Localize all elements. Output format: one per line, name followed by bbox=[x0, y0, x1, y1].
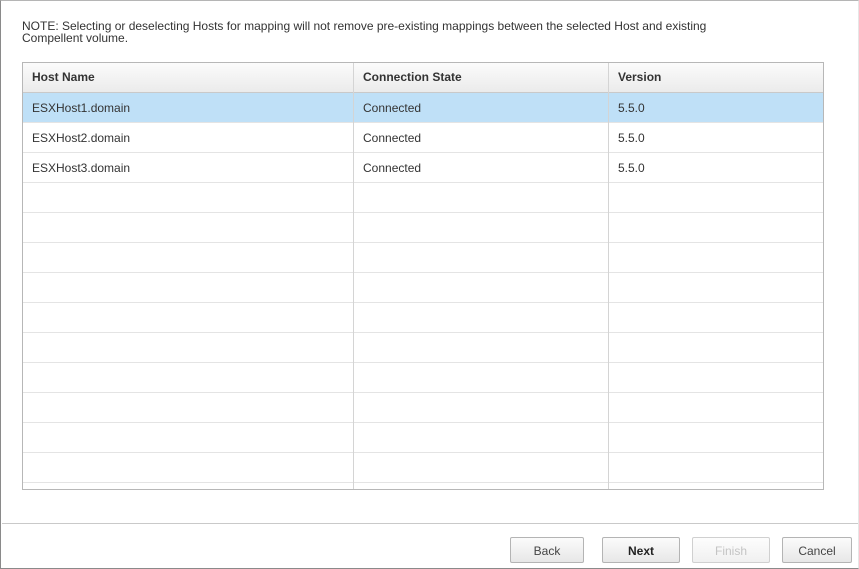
note-text: NOTE: Selecting or deselecting Hosts for… bbox=[22, 19, 707, 45]
cell-connection-state: Connected bbox=[363, 161, 422, 175]
column-header-host-name[interactable]: Host Name bbox=[23, 63, 354, 92]
cell-version: 5.5.0 bbox=[618, 101, 645, 115]
back-button[interactable]: Back bbox=[510, 537, 584, 563]
empty-table-row bbox=[23, 333, 823, 363]
empty-table-row bbox=[23, 243, 823, 273]
finish-button: Finish bbox=[692, 537, 770, 563]
empty-table-row bbox=[23, 393, 823, 423]
column-divider bbox=[608, 63, 609, 489]
column-header-connection-state[interactable]: Connection State bbox=[354, 63, 609, 92]
cell-host-name: ESXHost1.domain bbox=[32, 101, 131, 115]
cell-version: 5.5.0 bbox=[618, 131, 645, 145]
empty-table-row bbox=[23, 213, 823, 243]
table-row[interactable]: ESXHost1.domain Connected 5.5.0 bbox=[23, 93, 823, 123]
hosts-table: Host Name Connection State Version ESXHo… bbox=[22, 62, 824, 490]
column-header-version[interactable]: Version bbox=[609, 63, 823, 92]
table-row[interactable]: ESXHost2.domain Connected 5.5.0 bbox=[23, 123, 823, 153]
cell-connection-state: Connected bbox=[363, 131, 422, 145]
empty-table-row bbox=[23, 453, 823, 483]
empty-table-row bbox=[23, 303, 823, 333]
cancel-button[interactable]: Cancel bbox=[782, 537, 852, 563]
empty-table-row bbox=[23, 183, 823, 213]
cell-host-name: ESXHost2.domain bbox=[32, 131, 131, 145]
next-button[interactable]: Next bbox=[602, 537, 680, 563]
empty-table-row bbox=[23, 423, 823, 453]
cell-version: 5.5.0 bbox=[618, 161, 645, 175]
footer-divider bbox=[2, 523, 858, 524]
empty-table-row bbox=[23, 273, 823, 303]
wizard-dialog: NOTE: Selecting or deselecting Hosts for… bbox=[0, 0, 859, 569]
table-row[interactable]: ESXHost3.domain Connected 5.5.0 bbox=[23, 153, 823, 183]
table-header: Host Name Connection State Version bbox=[23, 63, 823, 93]
empty-table-row bbox=[23, 363, 823, 393]
column-divider bbox=[353, 63, 354, 489]
cell-host-name: ESXHost3.domain bbox=[32, 161, 131, 175]
cell-connection-state: Connected bbox=[363, 101, 422, 115]
